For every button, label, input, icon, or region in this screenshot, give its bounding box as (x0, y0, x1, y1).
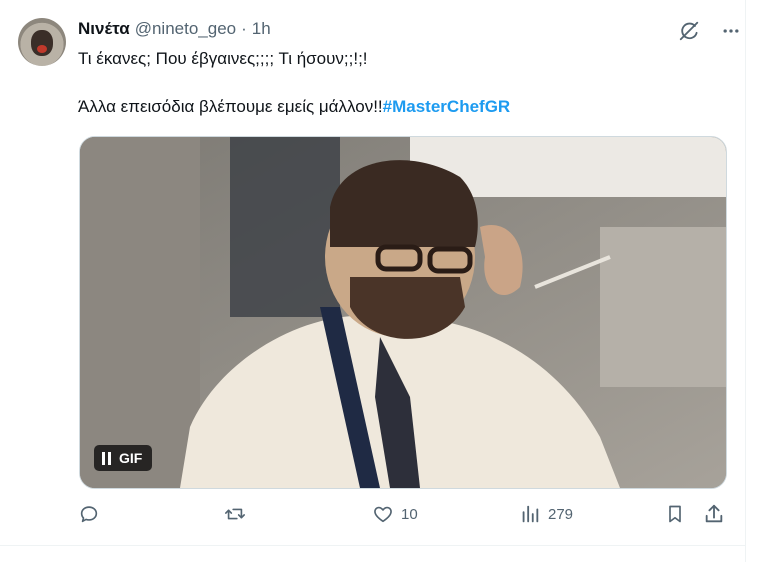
views-button[interactable]: 279 (519, 503, 573, 525)
tweet-media-gif[interactable]: GIF (79, 136, 727, 489)
tweet-text-line2: Άλλα επεισόδια βλέπουμε εμείς μάλλον!!#M… (78, 95, 718, 119)
column-divider (745, 0, 746, 562)
tweet-divider (0, 545, 746, 546)
reply-button[interactable] (78, 503, 107, 525)
share-icon (705, 504, 723, 523)
tweet-text-line2-body: Άλλα επεισόδια βλέπουμε εμείς μάλλον!! (78, 97, 383, 116)
gif-frame (80, 137, 726, 488)
tweet-text-line1: Τι έκανες; Που έβγαινες;;;; Τι ήσουν;;!;… (78, 49, 368, 68)
tweet-actions: 10 279 (78, 503, 726, 531)
author-handle[interactable]: @nineto_geo (135, 19, 236, 39)
retweet-icon (225, 508, 245, 520)
pause-icon[interactable] (102, 451, 111, 465)
gif-badge[interactable]: GIF (94, 445, 153, 471)
avatar-mouth (37, 45, 47, 53)
tweet-time[interactable]: 1h (252, 19, 271, 39)
tweet-top-actions (676, 18, 744, 44)
author-name[interactable]: Νινέτα (78, 19, 130, 39)
bookmark-button[interactable] (665, 503, 685, 525)
gif-label: GIF (119, 450, 143, 466)
views-icon (522, 505, 539, 523)
like-icon (374, 506, 392, 523)
grok-icon[interactable] (676, 18, 702, 44)
retweet-button[interactable] (223, 503, 254, 525)
tweet-header: Νινέτα @nineto_geo · 1h (78, 19, 271, 39)
more-icon[interactable] (718, 18, 744, 44)
reply-icon (80, 506, 98, 523)
like-count: 10 (401, 505, 418, 523)
hashtag-link[interactable]: #MasterChefGR (383, 97, 511, 116)
share-button[interactable] (703, 503, 725, 525)
like-button[interactable]: 10 (372, 503, 418, 525)
tweet-text: Τι έκανες; Που έβγαινες;;;; Τι ήσουν;;!;… (78, 47, 718, 119)
avatar[interactable] (18, 18, 66, 66)
bookmark-icon (669, 505, 681, 523)
views-count: 279 (548, 505, 574, 523)
header-separator: · (241, 19, 247, 38)
